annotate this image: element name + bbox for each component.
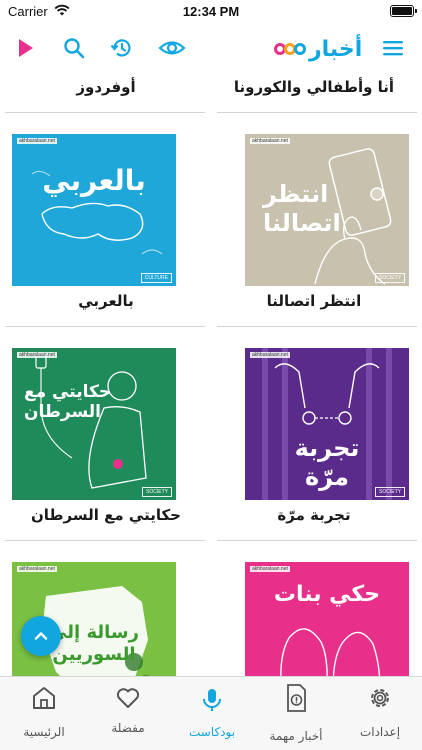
cover-headline: حكايتي مع السرطان [24,382,112,423]
battery-icon [390,5,417,17]
tab-home[interactable]: الرئيسية [2,677,86,750]
tab-label: مفضلة [111,721,145,735]
play-icon[interactable] [16,36,36,60]
clock: 12:34 PM [182,4,240,19]
cover-category: SOCIETY [375,273,405,283]
cover-headline: بالعربي [42,164,146,197]
podcast-title[interactable]: بالعربي [8,292,204,310]
heart-icon [116,688,140,708]
podcast-title[interactable]: أوفردوز [8,78,204,96]
home-icon [33,687,55,709]
cover-source: akhbaralaan.net [17,352,57,358]
podcast-title[interactable]: حكايتي مع السرطان [8,506,204,524]
cover-headline: انتظر اتصالنا [263,180,341,237]
podcast-title[interactable]: انتظر اتصالنا [216,292,412,310]
tab-important-news[interactable]: أخبار مهمة [254,677,338,750]
podcast-cover[interactable]: akhbaralaan.net تجربة مرّة SOCIETY [245,348,409,500]
microphone-icon [203,689,221,711]
map-illustration [31,170,163,255]
cover-source: akhbaralaan.net [17,138,57,144]
podcast-cover[interactable]: akhbaralaan.net انتظر اتصالنا SOCIETY [245,134,409,286]
gear-icon [371,689,389,707]
cover-headline: تجربة مرّة [294,434,360,491]
cover-category: SOCIETY [375,487,405,497]
app-header: أخبار [0,24,422,74]
tab-label: أخبار مهمة [269,729,323,743]
cover-source: akhbaralaan.net [250,138,290,144]
status-bar: Carrier 12:34 PM [0,0,422,24]
eye-icon[interactable] [158,36,186,60]
search-icon[interactable] [62,36,86,60]
podcast-title[interactable]: أنا وأطفالي والكورونا [216,78,412,96]
bottom-tab-bar: إعدادات أخبار مهمة بودكاست مفضلة الرئيسي… [0,676,422,750]
row-divider [5,326,205,327]
cover-category: CULTURE [140,273,172,283]
cover-source: akhbaralaan.net [250,352,290,358]
logo-mark [274,43,306,55]
cover-headline: حكي بنات [273,582,381,607]
podcast-cover[interactable]: akhbaralaan.net بالعربي CULTURE [12,134,176,286]
chevron-up-icon [34,632,48,640]
app-logo: أخبار [274,33,363,65]
scroll-to-top-button[interactable] [21,616,61,656]
logo-text: أخبار [309,36,363,62]
cover-source: akhbaralaan.net [17,566,57,572]
tab-label: الرئيسية [23,725,65,739]
girls-illustration [280,628,381,676]
row-divider [5,540,205,541]
menu-icon[interactable] [382,38,404,58]
cover-category: SOCIETY [142,487,172,497]
tab-label: إعدادات [359,725,401,739]
podcast-cover[interactable]: akhbaralaan.net حكايتي مع السرطان SOCIET… [12,348,176,500]
podcast-cover[interactable]: akhbaralaan.net حكي بنات [245,562,409,676]
important-news-icon [287,684,306,712]
row-divider [5,112,205,113]
history-icon[interactable] [110,36,134,60]
tab-label: بودكاست [188,725,236,739]
podcast-grid[interactable]: أنا وأطفالي والكورونا أوفردوز akhbaralaa… [0,74,422,676]
row-divider [217,112,417,113]
tab-favorites[interactable]: مفضلة [86,677,170,750]
tab-podcast[interactable]: بودكاست [170,677,254,750]
row-divider [217,540,417,541]
tab-settings[interactable]: إعدادات [338,677,422,750]
cover-source: akhbaralaan.net [250,566,290,572]
row-divider [217,326,417,327]
podcast-title[interactable]: تجربة مرّة [216,506,412,524]
patient-illustration [35,353,147,489]
